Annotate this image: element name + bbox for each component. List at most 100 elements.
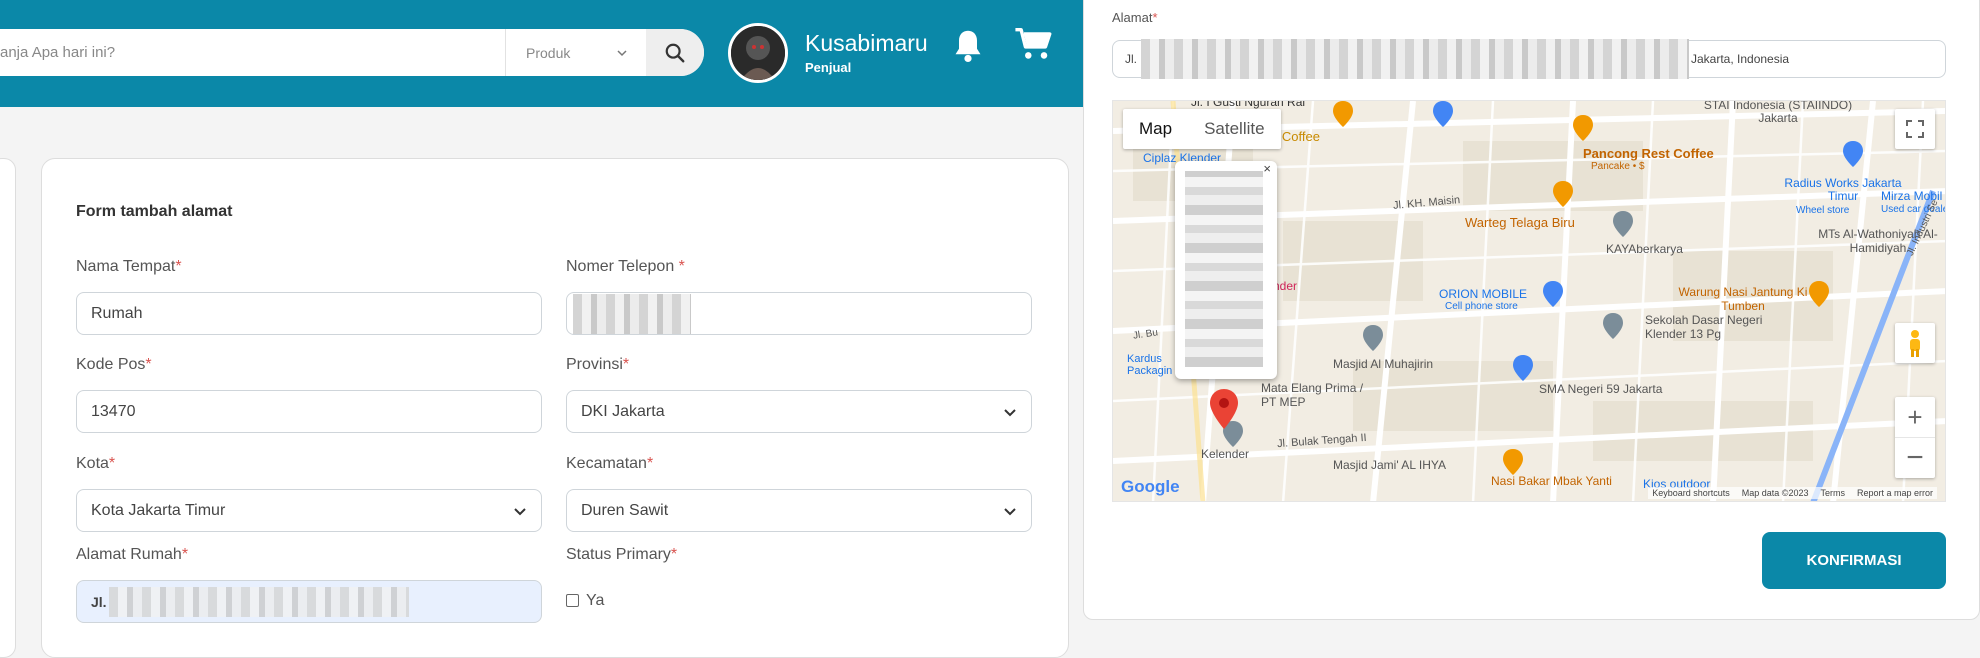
kode-pos-label: Kode Pos* <box>76 356 152 374</box>
map-type-toggle: Map Satellite <box>1123 109 1281 149</box>
poi-food-icon <box>1573 115 1593 141</box>
alamat-suffix: Jakarta, Indonesia <box>1691 52 1790 66</box>
kota-select[interactable]: Kota Jakarta Timur <box>76 489 542 532</box>
redacted-address <box>108 586 409 617</box>
user-name[interactable]: Kusabimaru <box>805 30 928 57</box>
map-label: Warteg Telaga Biru <box>1465 215 1575 230</box>
user-role: Penjual <box>805 60 852 75</box>
zoom-out-button[interactable]: − <box>1895 438 1935 478</box>
required-mark: * <box>145 356 152 373</box>
avatar-image <box>731 26 785 80</box>
notification-button[interactable] <box>951 28 985 64</box>
poi-shop-icon <box>1843 141 1863 167</box>
keyboard-shortcuts-link[interactable]: Keyboard shortcuts <box>1652 488 1730 498</box>
status-primary-label: Status Primary* <box>566 546 677 564</box>
kota-label: Kota* <box>76 455 115 473</box>
provinsi-select[interactable]: DKI Jakarta <box>566 390 1032 433</box>
map-label: STAI Indonesia (STAIINDO) Jakarta <box>1703 100 1853 125</box>
map-tab-satellite[interactable]: Satellite <box>1188 109 1280 149</box>
search-button[interactable] <box>646 29 704 76</box>
cart-icon <box>1015 28 1052 59</box>
map-label: SMA Negeri 59 Jakarta <box>1539 382 1663 396</box>
map-label: Masjid Jami' AL IHYA <box>1333 458 1446 472</box>
status-primary-option[interactable]: Ya <box>586 592 604 610</box>
kota-label-text: Kota <box>76 455 109 472</box>
required-mark: * <box>108 455 116 472</box>
google-logo: Google <box>1121 477 1180 496</box>
status-primary-checkbox[interactable] <box>566 594 579 607</box>
pegman-icon <box>1910 330 1920 357</box>
zoom-in-button[interactable]: + <box>1895 398 1935 438</box>
info-window: × <box>1175 161 1277 379</box>
fullscreen-button[interactable] <box>1895 109 1935 149</box>
provinsi-label-text: Provinsi <box>566 356 623 373</box>
map[interactable]: Jl. I Gusti Ngurah Rai Pikir Coffee Cipl… <box>1112 100 1946 502</box>
nomer-telepon-label: Nomer Telepon * <box>566 258 685 276</box>
alamat-rumah-label-text: Alamat Rumah <box>76 546 182 563</box>
alamat-rumah-field[interactable]: Jl. <box>76 580 542 623</box>
map-label: Sekolah Dasar Negeri Klender 13 Pg <box>1645 313 1763 341</box>
confirm-button[interactable]: KONFIRMASI <box>1762 532 1946 589</box>
required-mark: * <box>1152 10 1158 25</box>
kecamatan-select[interactable]: Duren Sawit <box>566 489 1032 532</box>
kecamatan-value: Duren Sawit <box>581 501 669 519</box>
map-label: Pancake • $ <box>1591 161 1645 172</box>
close-icon[interactable]: × <box>1263 161 1271 176</box>
nama-tempat-field[interactable]: Rumah <box>76 292 542 335</box>
map-label: Masjid Al Muhajirin <box>1333 357 1434 371</box>
category-select[interactable]: Produk <box>506 29 646 76</box>
chevron-down-icon <box>514 507 526 515</box>
map-label: Wheel store <box>1796 205 1850 216</box>
alamat-rumah-prefix: Jl. <box>91 593 107 610</box>
report-error-link[interactable]: Report a map error <box>1857 488 1933 498</box>
poi-school-icon <box>1613 211 1633 237</box>
alamat-label: Alamat* <box>1112 10 1158 25</box>
provinsi-label: Provinsi* <box>566 356 629 374</box>
redacted-address <box>1141 39 1689 79</box>
nama-tempat-label-text: Nama Tempat <box>76 258 176 275</box>
kode-pos-field[interactable]: 13470 <box>76 390 542 433</box>
nomer-telepon-label-text: Nomer Telepon <box>566 258 679 275</box>
poi-shop-icon <box>1513 355 1533 381</box>
status-primary-label-text: Status Primary <box>566 546 671 563</box>
poi-school-icon <box>1363 325 1383 351</box>
chevron-down-icon <box>1004 408 1016 416</box>
poi-shop-icon <box>1433 101 1453 127</box>
required-mark: * <box>670 546 678 563</box>
location-marker-icon <box>1210 389 1238 429</box>
map-label: Nasi Bakar Mbak Yanti <box>1491 474 1612 488</box>
poi-food-icon <box>1503 449 1523 475</box>
street-view-button[interactable] <box>1895 323 1935 363</box>
search-input[interactable] <box>0 29 505 76</box>
avatar[interactable] <box>728 23 788 83</box>
alamat-field[interactable]: Jl. Jakarta, Indonesia <box>1112 39 1946 79</box>
search-bar: Produk <box>0 29 704 76</box>
map-label: KAYAberkarya <box>1606 242 1683 256</box>
alamat-label-text: Alamat <box>1112 10 1153 25</box>
map-label: Jl. I Gusti Ngurah Rai <box>1191 100 1306 109</box>
redacted-place-info <box>1185 171 1263 367</box>
terms-link[interactable]: Terms <box>1820 488 1845 498</box>
cart-button[interactable] <box>1014 26 1054 62</box>
map-label: Kelender <box>1201 447 1250 461</box>
side-card <box>0 158 16 658</box>
required-mark: * <box>646 455 654 472</box>
poi-food-icon <box>1553 181 1573 207</box>
poi-shop-icon <box>1543 281 1563 307</box>
map-label: Kardus Packagin <box>1127 353 1173 377</box>
required-mark: * <box>622 356 630 373</box>
kode-pos-label-text: Kode Pos <box>76 356 146 373</box>
map-tab-map[interactable]: Map <box>1123 109 1188 149</box>
required-mark: * <box>181 546 189 563</box>
map-label: Cell phone store <box>1445 301 1518 312</box>
map-label: Warung Nasi Jantung Ki Tumben <box>1678 285 1808 313</box>
map-data-text: Map data ©2023 <box>1741 488 1809 498</box>
chevron-down-icon <box>617 49 627 56</box>
required-mark: * <box>678 258 685 275</box>
nomer-telepon-field[interactable] <box>566 292 1032 335</box>
map-label: Pancong Rest Coffee <box>1583 146 1714 161</box>
map-attribution: Keyboard shortcuts Map data ©2023 Terms … <box>1648 487 1937 499</box>
search-icon <box>665 43 685 62</box>
map-label: Mata Elang Prima / PT MEP <box>1261 381 1364 409</box>
top-header: Produk Kusabimaru Penjual <box>0 0 1085 107</box>
